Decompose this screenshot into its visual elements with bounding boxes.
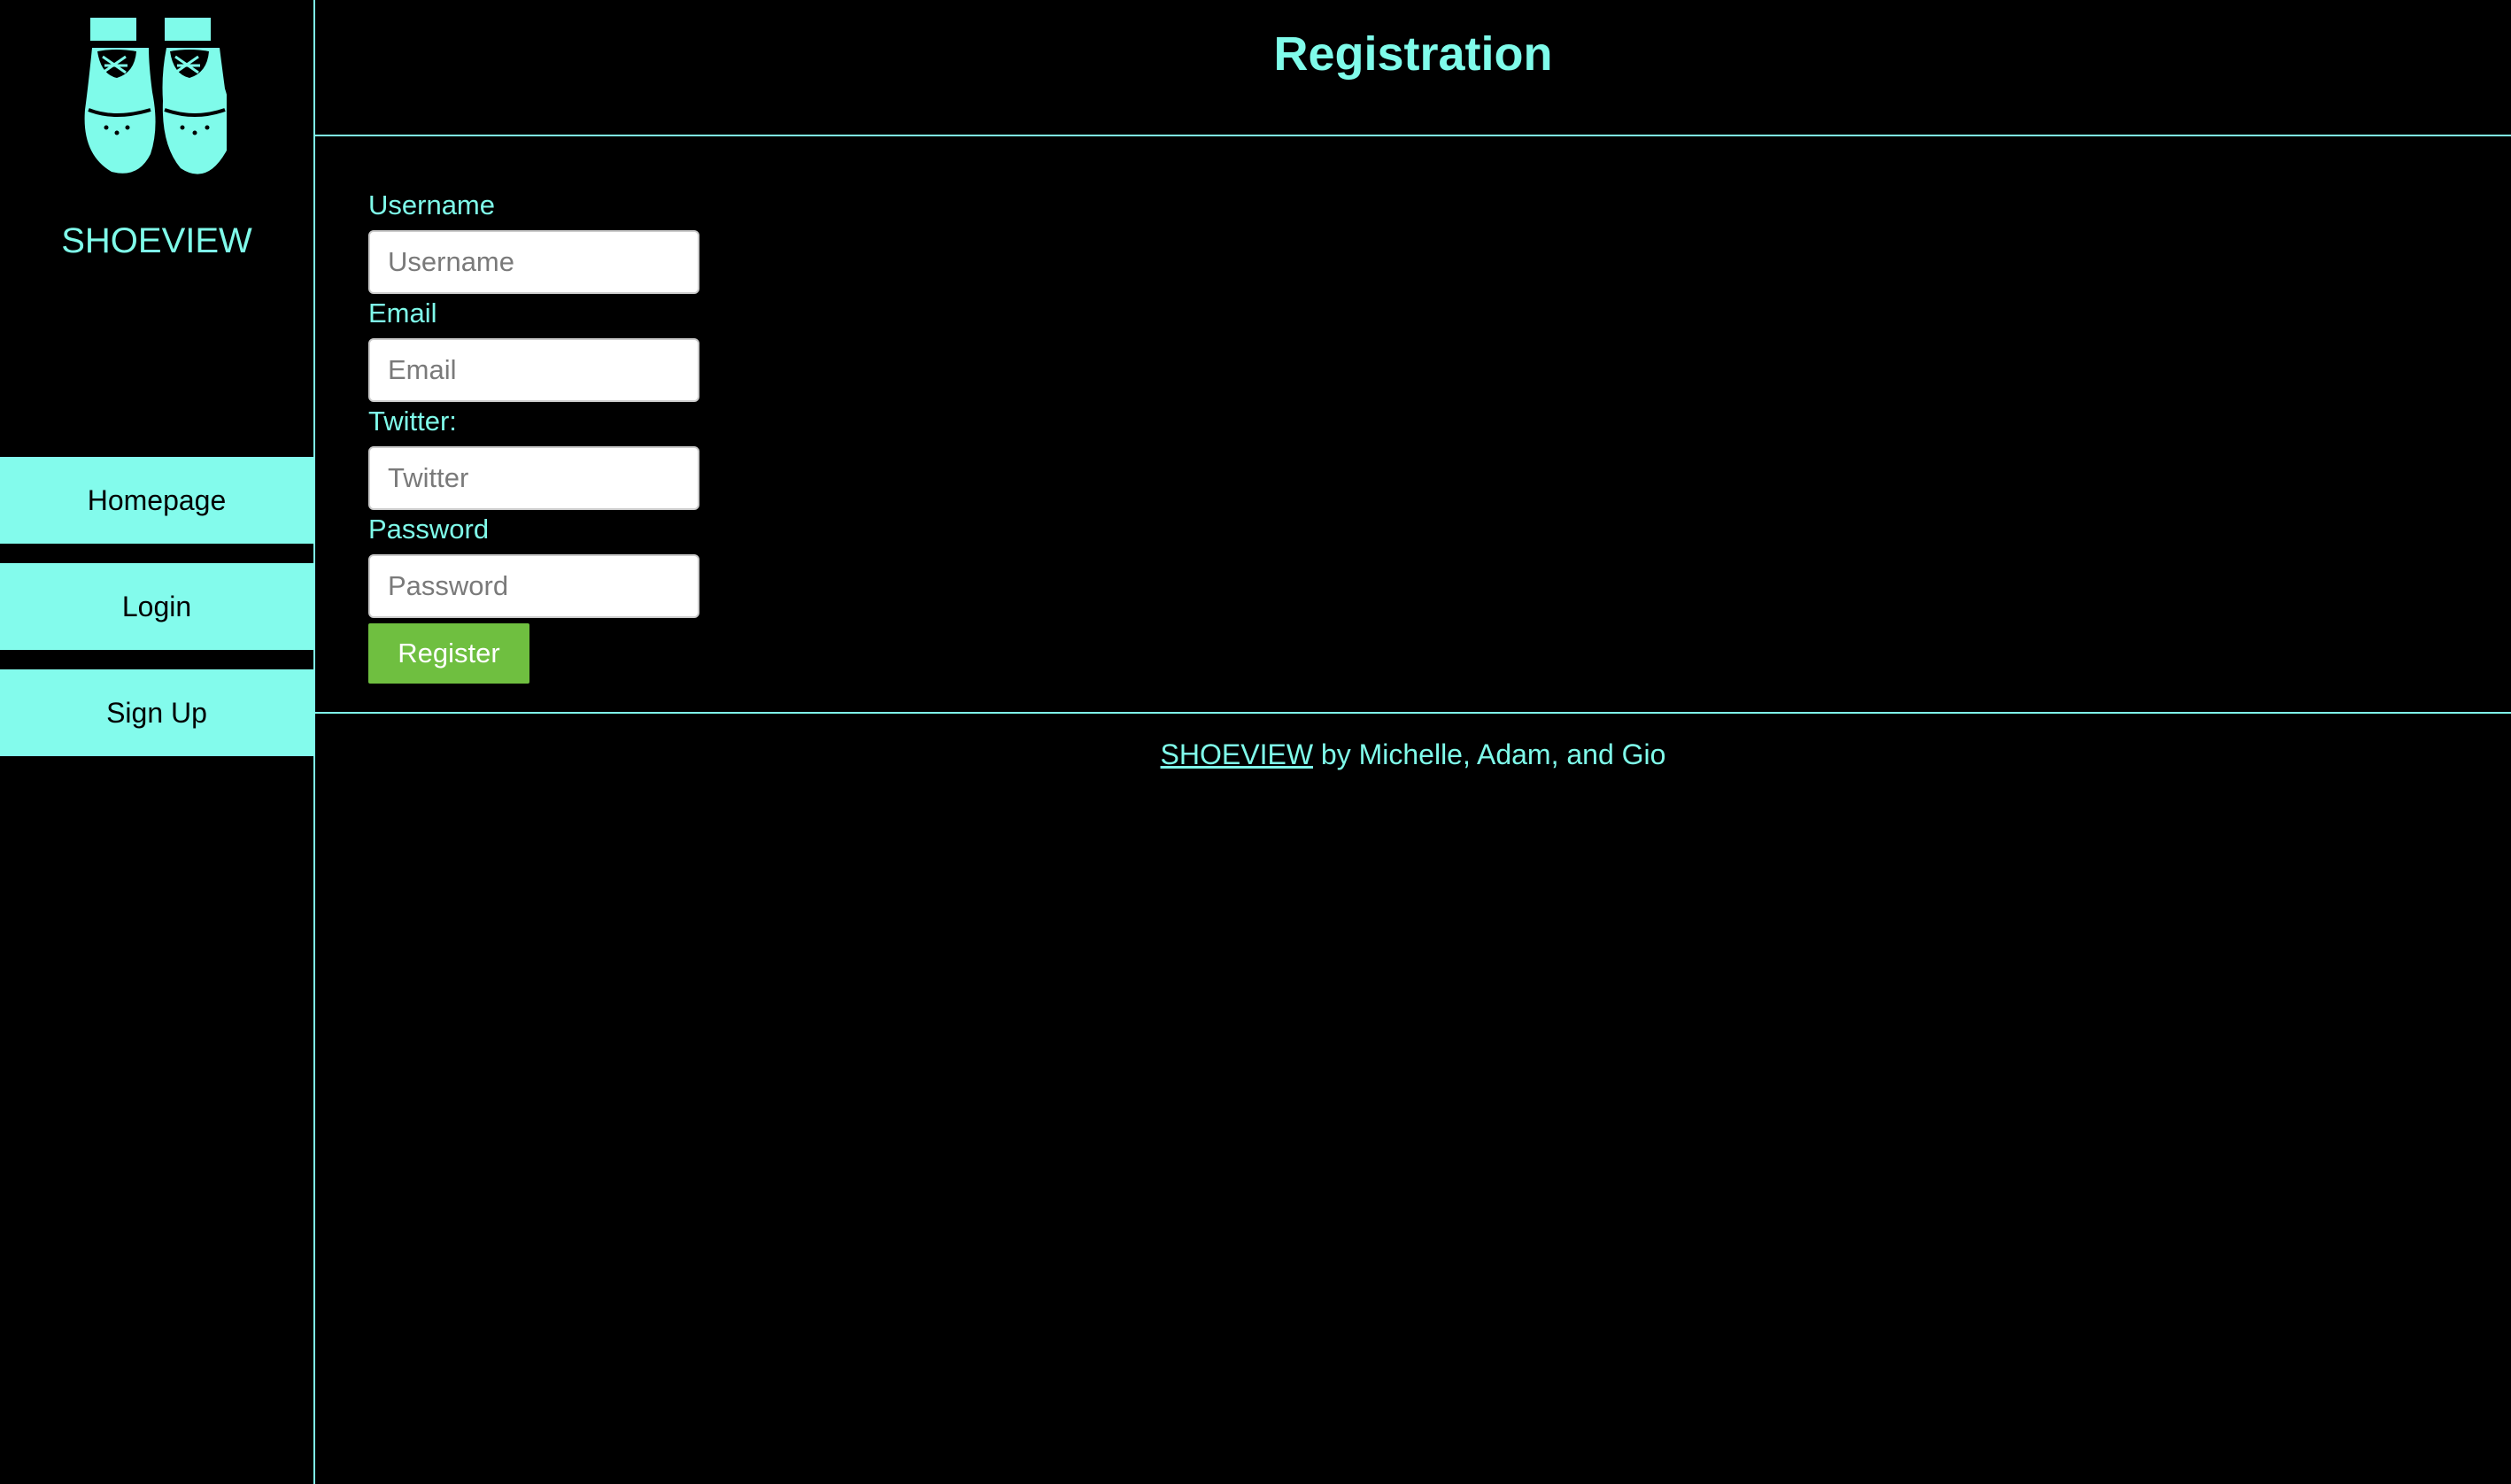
nav-item-login[interactable]: Login xyxy=(0,563,313,650)
page-title: Registration xyxy=(1273,27,1553,81)
email-input[interactable] xyxy=(368,338,699,402)
twitter-input[interactable] xyxy=(368,446,699,510)
nav-item-sign-up[interactable]: Sign Up xyxy=(0,669,313,756)
password-input[interactable] xyxy=(368,554,699,618)
footer-credits: by Michelle, Adam, and Gio xyxy=(1313,738,1666,770)
footer-brand-link[interactable]: SHOEVIEW xyxy=(1161,738,1313,770)
register-button[interactable]: Register xyxy=(368,623,529,684)
username-input[interactable] xyxy=(368,230,699,294)
twitter-label: Twitter: xyxy=(368,406,457,437)
main-content: Registration Username Email Twitter: Pas… xyxy=(315,0,2511,1484)
shoes-logo-icon xyxy=(84,18,227,174)
sidebar: SHOEVIEW Homepage Login Sign Up xyxy=(0,0,315,1484)
brand-name: SHOEVIEW xyxy=(61,221,252,260)
username-label: Username xyxy=(368,189,495,220)
header-divider xyxy=(315,135,2511,136)
footer-divider xyxy=(315,712,2511,714)
registration-form: Username Email Twitter: Password Registe… xyxy=(368,188,699,684)
footer: SHOEVIEW by Michelle, Adam, and Gio xyxy=(315,738,2511,771)
email-label: Email xyxy=(368,298,437,328)
nav-item-homepage[interactable]: Homepage xyxy=(0,457,313,544)
password-label: Password xyxy=(368,514,490,545)
